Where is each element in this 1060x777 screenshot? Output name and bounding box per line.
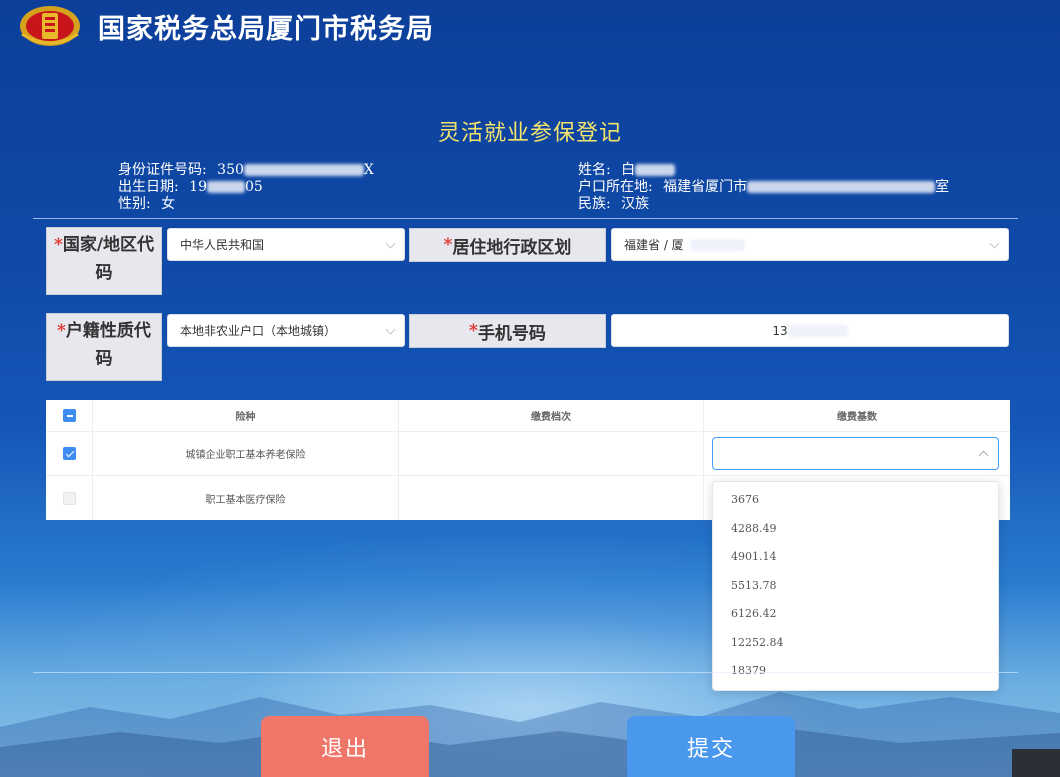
header-base-cell: 缴费基数	[704, 400, 1010, 431]
insurance-type-cell: 城镇企业职工基本养老保险	[93, 432, 399, 475]
personal-info-right: 姓名: 白 户口所在地: 福建省厦门市 室 民族: 汉族	[578, 162, 949, 213]
hukou-type-label-line1: 户籍性质代	[65, 321, 151, 341]
ethnicity-label: 民族:	[578, 196, 611, 212]
id-number-prefix: 350	[217, 162, 244, 178]
birth-date-prefix: 19	[189, 179, 207, 195]
redaction-mask	[787, 324, 848, 337]
id-number-label: 身份证件号码:	[118, 162, 207, 178]
hukou-location-suffix: 室	[935, 179, 950, 195]
header-title: 国家税务总局厦门市税务局	[98, 13, 434, 45]
insurance-type-cell: 职工基本医疗保险	[93, 476, 399, 520]
redaction-mask	[207, 181, 245, 193]
residence-region-value: 福建省 / 厦	[624, 238, 684, 252]
chevron-down-icon	[385, 238, 396, 249]
payment-base-select[interactable]	[712, 437, 999, 470]
row-checkbox-cell	[46, 432, 93, 475]
birth-date-label: 出生日期:	[118, 179, 179, 195]
country-code-value: 中华人民共和国	[180, 238, 265, 252]
insurance-type-header: 险种	[235, 412, 256, 423]
name-prefix: 白	[621, 162, 636, 178]
divider	[33, 672, 1018, 673]
hukou-location-row: 户口所在地: 福建省厦门市 室	[578, 179, 949, 196]
exit-button[interactable]: 退出	[261, 716, 429, 777]
ethnicity-row: 民族: 汉族	[578, 196, 949, 213]
id-number-suffix: X	[363, 162, 374, 178]
birth-date-row: 出生日期: 19 05	[118, 179, 374, 196]
row-checkbox[interactable]	[62, 491, 76, 505]
residence-region-select[interactable]: 福建省 / 厦	[611, 228, 1009, 261]
hukou-location-prefix: 福建省厦门市	[663, 179, 748, 195]
submit-button[interactable]: 提交	[627, 716, 795, 777]
required-mark: *	[53, 235, 63, 255]
dropdown-option[interactable]: 3676	[713, 486, 998, 515]
payment-base-dropdown: 3676 4288.49 4901.14 5513.78 6126.42 122…	[712, 481, 999, 691]
dropdown-option[interactable]: 4288.49	[713, 515, 998, 544]
gender-label: 性别:	[118, 196, 151, 212]
birth-date-suffix: 05	[245, 179, 263, 195]
phone-number-label: * 手机号码	[409, 314, 606, 348]
select-all-checkbox[interactable]	[62, 409, 76, 422]
redaction-mask	[635, 164, 676, 176]
row-checkbox[interactable]	[62, 447, 76, 460]
id-number-row: 身份证件号码: 350 X	[118, 162, 374, 179]
row-checkbox-cell	[46, 476, 93, 520]
residence-region-label-text: 居住地行政区划	[452, 237, 572, 258]
country-code-label-line2: 码	[95, 263, 113, 283]
country-code-label-line1: 国家/地区代	[62, 235, 155, 255]
taskbar-corner	[1012, 749, 1060, 777]
hukou-type-select[interactable]: 本地非农业户口（本地城镇）	[167, 314, 405, 347]
payment-grade-cell	[399, 432, 704, 475]
gender-row: 性别: 女	[118, 196, 374, 213]
payment-base-header: 缴费基数	[837, 412, 877, 423]
dropdown-option[interactable]: 12252.84	[713, 629, 998, 658]
payment-grade-cell	[399, 476, 704, 520]
dropdown-option[interactable]: 5513.78	[713, 572, 998, 601]
divider	[33, 218, 1018, 219]
table-header-row: 险种 缴费档次 缴费基数	[46, 400, 1010, 432]
personal-info-left: 身份证件号码: 350 X 出生日期: 19 05 性别: 女	[118, 162, 374, 213]
chevron-down-icon	[385, 324, 396, 335]
insurance-type-value: 城镇企业职工基本养老保险	[185, 450, 306, 461]
dropdown-option[interactable]: 4901.14	[713, 543, 998, 572]
country-code-label: *国家/地区代 码	[46, 227, 162, 295]
tax-emblem-icon	[18, 4, 82, 48]
hukou-type-value: 本地非农业户口（本地城镇）	[180, 324, 337, 338]
name-row: 姓名: 白	[578, 162, 949, 179]
required-mark: *	[443, 235, 453, 255]
insurance-type-value: 职工基本医疗保险	[205, 494, 286, 506]
required-mark: *	[57, 321, 66, 341]
chevron-down-icon	[989, 238, 1000, 249]
hukou-type-label-line2: 码	[95, 349, 113, 369]
country-code-select[interactable]: 中华人民共和国	[167, 228, 405, 261]
gender-value: 女	[161, 196, 176, 212]
hukou-location-label: 户口所在地:	[578, 179, 653, 195]
header-checkbox-cell	[46, 400, 93, 431]
residence-region-label: * 居住地行政区划	[409, 228, 606, 262]
redaction-mask	[689, 238, 745, 251]
payment-grade-header: 缴费档次	[531, 412, 571, 423]
redaction-mask	[243, 164, 364, 176]
app-header: 国家税务总局厦门市税务局	[18, 4, 434, 48]
ethnicity-value: 汉族	[621, 196, 650, 212]
name-label: 姓名:	[578, 162, 611, 178]
header-insurance-cell: 险种	[93, 400, 399, 431]
redaction-mask	[747, 181, 936, 193]
phone-number-label-text: 手机号码	[477, 323, 546, 344]
header-grade-cell: 缴费档次	[399, 400, 704, 431]
hukou-type-label: *户籍性质代 码	[46, 313, 162, 381]
page-title: 灵活就业参保登记	[437, 121, 622, 146]
dropdown-option[interactable]: 6126.42	[713, 600, 998, 629]
phone-number-value: 13	[772, 323, 788, 338]
required-mark: *	[469, 321, 478, 341]
chevron-up-icon	[978, 450, 989, 461]
phone-number-input[interactable]: 13	[611, 314, 1009, 347]
